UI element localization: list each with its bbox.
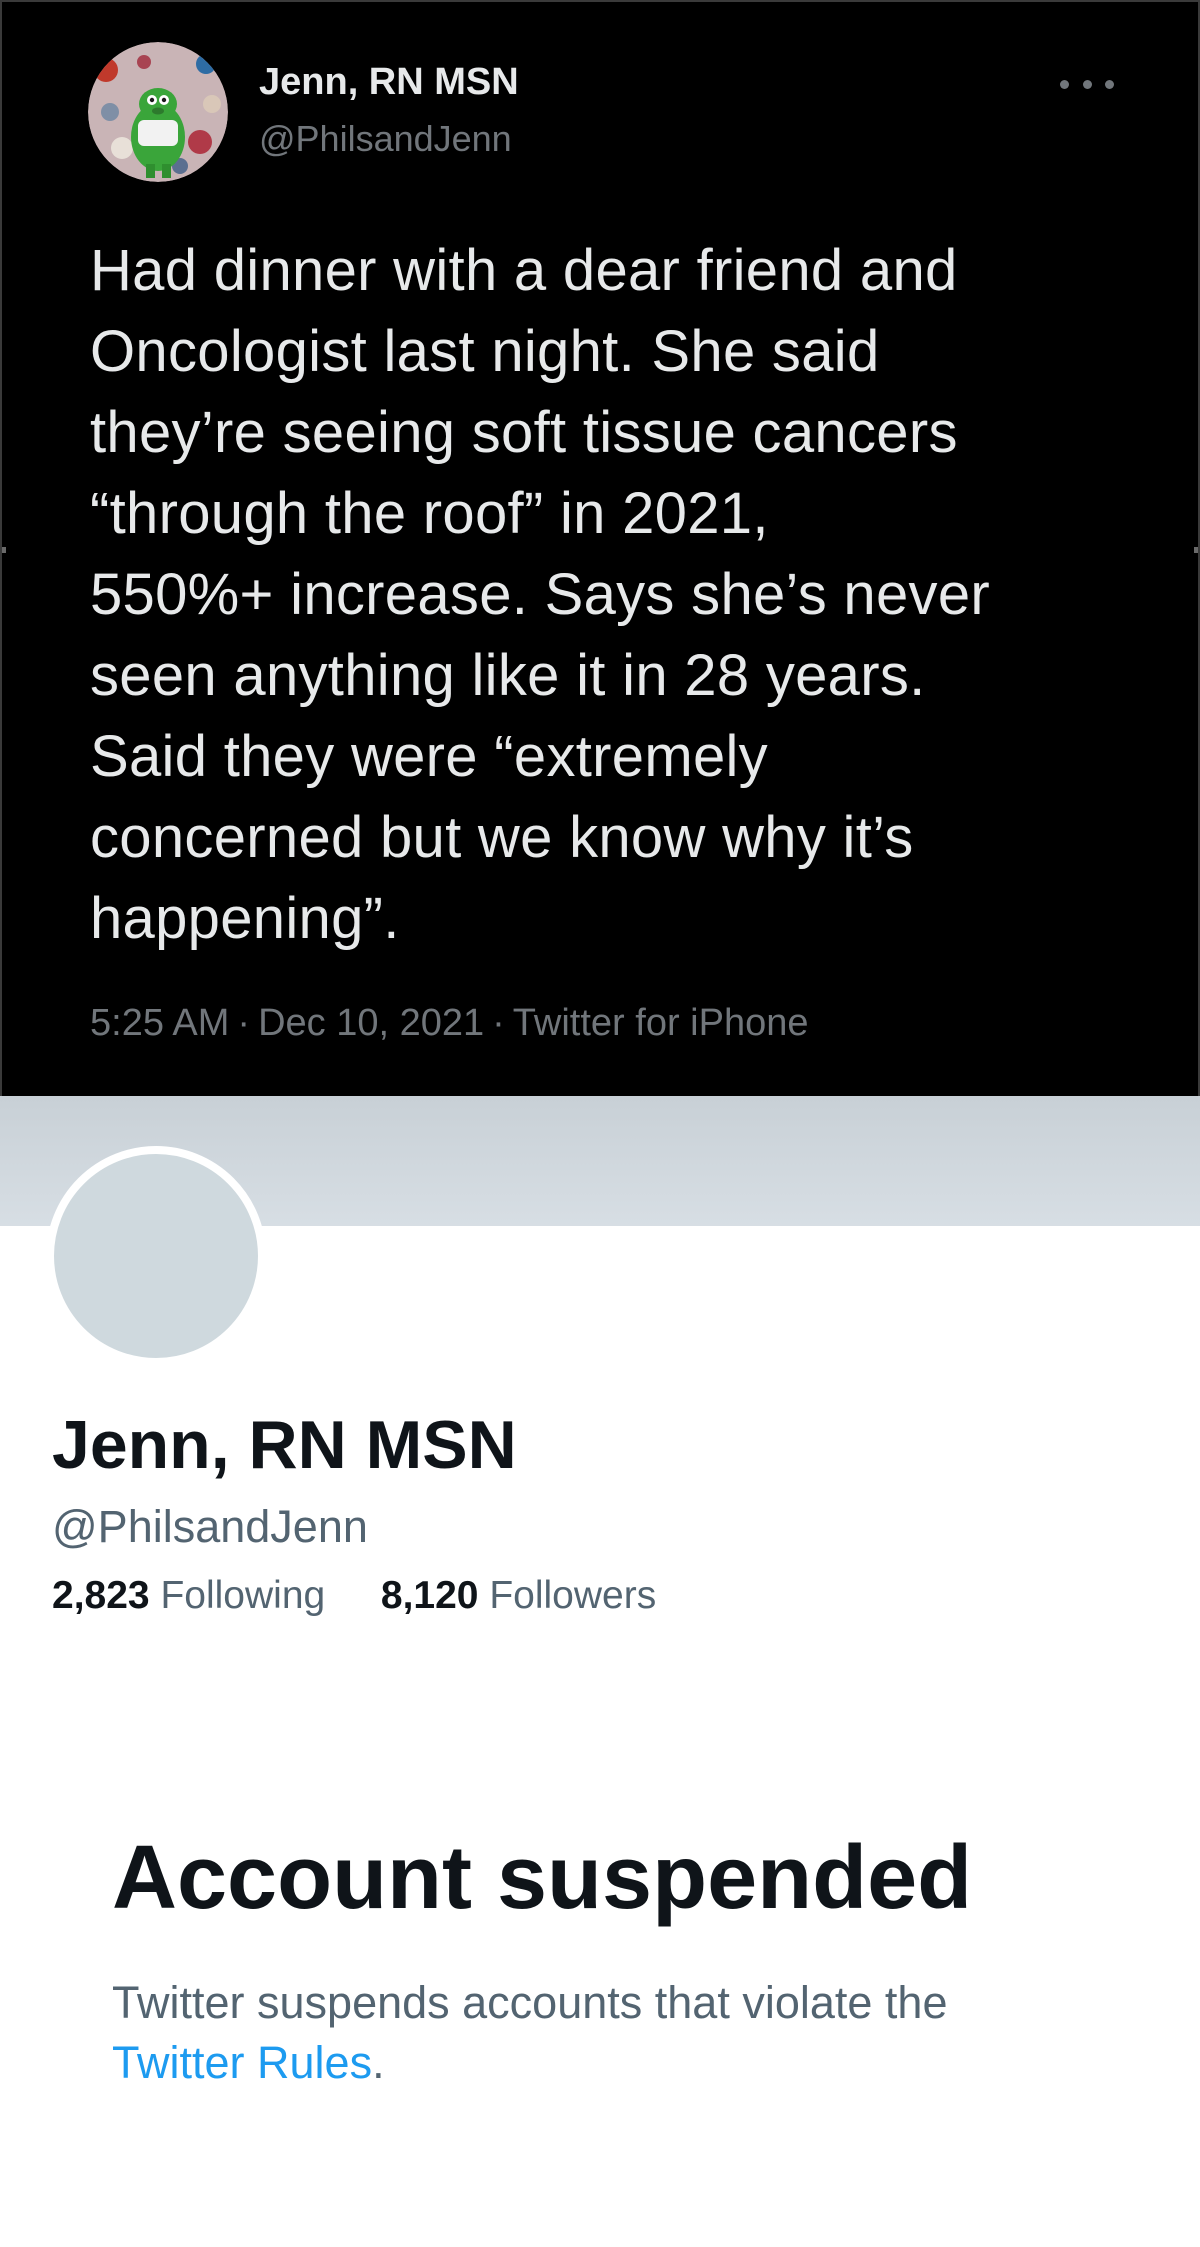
tweet-author-avatar[interactable] — [88, 42, 228, 182]
tweet-text-line: Said they were “extremely — [90, 724, 768, 789]
more-dot — [1082, 79, 1092, 89]
suspended-title: Account suspended — [112, 1828, 973, 1928]
following-label: Following — [160, 1574, 326, 1617]
suspended-message: Twitter suspends accounts that violate t… — [112, 1973, 1112, 2093]
tweet-text-line: “through the roof” in 2021, — [90, 481, 769, 546]
profile-name: Jenn, RN MSN — [52, 1407, 517, 1483]
more-dot — [1060, 79, 1069, 89]
edge-marker — [2, 547, 6, 553]
profile-avatar[interactable] — [46, 1146, 266, 1366]
tweet-text: Had dinner with a dear friend and Oncolo… — [90, 230, 1150, 959]
followers-label: Followers — [489, 1574, 657, 1617]
following-link[interactable]: 2,823 Following — [52, 1574, 336, 1617]
following-count: 2,823 — [52, 1574, 150, 1617]
more-horizontal-icon[interactable] — [1060, 64, 1114, 104]
tweet-text-line: they’re seeing soft tissue cancers — [90, 400, 958, 465]
meta-separator: · — [492, 1002, 505, 1044]
profile-stats: 2,823 Following 8,120 Followers — [52, 1572, 656, 1620]
meta-separator: · — [237, 1002, 251, 1044]
tweet-metadata: 5:25 AM · Dec 10, 2021 · Twitter for iPhone — [90, 1000, 808, 1046]
edge-marker — [1194, 547, 1198, 553]
tweet-date[interactable]: Dec 10, 2021 — [258, 1002, 484, 1044]
tweet-text-line: 550%+ increase. Says she’s never — [90, 562, 990, 627]
followers-count: 8,120 — [380, 1574, 479, 1617]
tweet-author-handle[interactable]: @PhilsandJenn — [259, 118, 512, 160]
tweet-card: Jenn, RN MSN @PhilsandJenn Had dinner wi… — [0, 0, 1200, 1096]
suspended-message-period: . — [372, 2037, 385, 2088]
suspended-message-text: Twitter suspends accounts that violate t… — [112, 1977, 948, 2028]
more-dot — [1105, 79, 1114, 89]
profile-handle: @PhilsandJenn — [52, 1501, 368, 1552]
twitter-rules-link[interactable]: Twitter Rules — [112, 2037, 372, 2088]
tweet-text-line: seen anything like it in 28 years. — [90, 643, 926, 708]
tweet-text-line: Oncologist last night. She said — [90, 319, 880, 384]
tweet-text-line: concerned but we know why it’s — [90, 805, 914, 870]
phanatic-avatar-image — [88, 42, 228, 182]
followers-link[interactable]: 8,120 Followers — [381, 1574, 656, 1617]
tweet-author-name[interactable]: Jenn, RN MSN — [259, 60, 519, 104]
tweet-time[interactable]: 5:25 AM — [90, 1002, 229, 1044]
tweet-text-line: Had dinner with a dear friend and — [90, 238, 958, 303]
tweet-source[interactable]: Twitter for iPhone — [513, 1002, 809, 1044]
tweet-text-line: happening”. — [90, 886, 400, 951]
